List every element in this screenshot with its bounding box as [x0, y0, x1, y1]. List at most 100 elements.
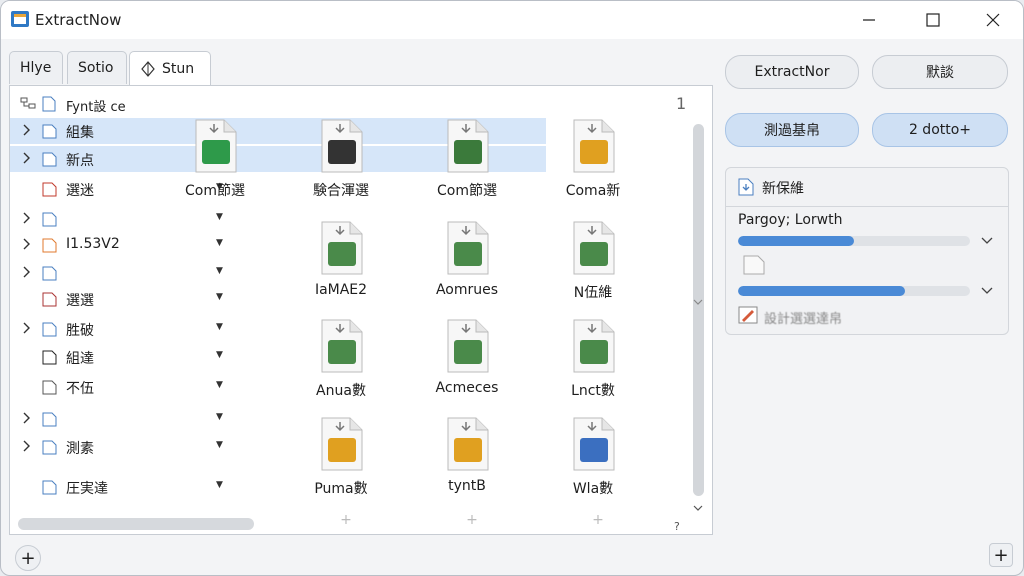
- file-item[interactable]: Lnct數: [538, 318, 648, 408]
- chevron-right-icon[interactable]: [22, 211, 32, 225]
- file-item[interactable]: Coma新: [538, 118, 648, 208]
- title-bar: ExtractNow: [1, 1, 1023, 39]
- image-doc-icon: [447, 319, 489, 373]
- chevron-right-icon[interactable]: [22, 237, 32, 251]
- tree-row-label: 測素: [66, 441, 94, 457]
- file-label: N伍維: [573, 285, 613, 301]
- dropdown-arrow-icon[interactable]: ▼: [216, 292, 223, 302]
- dropdown-arrow-icon[interactable]: ▼: [216, 350, 223, 360]
- add-file-placeholder-icon[interactable]: +: [336, 512, 356, 528]
- tree-row-label: 組集: [66, 125, 94, 141]
- tree-row-label: 胜破: [66, 323, 94, 339]
- file-item[interactable]: Acmeces: [412, 318, 522, 408]
- help-icon[interactable]: ?: [674, 520, 680, 533]
- doc-icon: [42, 152, 57, 167]
- file-item[interactable]: N伍維: [538, 220, 648, 310]
- third-button[interactable]: 測過基帛: [725, 113, 859, 147]
- file-label: IaMAE2: [314, 282, 368, 298]
- extractnow-window: ExtractNow Hlye Sotio Stun Fynt設 ce 1 組集…: [0, 0, 1024, 576]
- tree-header-count: 1: [676, 94, 687, 113]
- close-button[interactable]: [971, 5, 1015, 35]
- tab-stun[interactable]: Stun: [129, 51, 211, 86]
- chevron-right-icon[interactable]: [22, 123, 32, 137]
- vertical-scrollbar[interactable]: [690, 122, 706, 524]
- panel-title: 新保維: [762, 181, 804, 197]
- image-doc-icon: [321, 221, 363, 275]
- scroll-down-icon[interactable]: [692, 298, 704, 306]
- file-item[interactable]: Anua數: [286, 318, 396, 408]
- dropdown-arrow-icon[interactable]: ▼: [216, 412, 223, 422]
- edit-icon[interactable]: [738, 306, 758, 324]
- tab-hlye[interactable]: Hlye: [9, 51, 63, 84]
- green-check-icon: [195, 119, 237, 173]
- chevron-right-icon[interactable]: [22, 411, 32, 425]
- chevron-right-icon[interactable]: [22, 265, 32, 279]
- add-button[interactable]: +: [15, 545, 41, 571]
- tree-row[interactable]: 不伍 ▼: [10, 374, 310, 400]
- tree-row[interactable]: ▼: [10, 406, 310, 432]
- yellow-gear-icon: [573, 119, 615, 173]
- extractnow-button[interactable]: ExtractNor: [725, 55, 859, 89]
- file-label: Lnct數: [571, 383, 615, 399]
- file-item[interactable]: Com節選: [160, 118, 270, 208]
- chevron-down-icon[interactable]: [980, 286, 994, 296]
- chevron-right-icon[interactable]: [22, 439, 32, 453]
- file-item[interactable]: Com節選: [412, 118, 522, 208]
- red-triangle-icon: [42, 182, 57, 197]
- tab-label: Hlye: [20, 60, 52, 76]
- file-item[interactable]: Wla數: [538, 416, 648, 506]
- dropdown-arrow-icon[interactable]: ▼: [216, 212, 223, 222]
- secondary-button[interactable]: 默談: [872, 55, 1008, 89]
- chevron-down-icon[interactable]: [692, 504, 704, 512]
- terminal-icon: [447, 119, 489, 173]
- minimize-button[interactable]: [847, 5, 891, 35]
- tab-sotio[interactable]: Sotio: [67, 51, 127, 84]
- chevron-right-icon[interactable]: [22, 321, 32, 335]
- button-label: 默談: [926, 65, 954, 81]
- tab-label: Sotio: [78, 60, 114, 76]
- chevron-right-icon[interactable]: [22, 151, 32, 165]
- add-file-placeholder-icon[interactable]: +: [462, 512, 482, 528]
- doc-icon: [42, 440, 57, 455]
- file-browser-panel: Fynt設 ce 1 組集 新点 選迷 ▼ ▼ I1.53V2 ▼ ▼ 選選 ▼ 胜破 ▼ 組達 ▼ 不伍 ▼…: [9, 85, 713, 535]
- chevron-down-icon[interactable]: [980, 236, 994, 246]
- dropdown-arrow-icon[interactable]: ▼: [216, 480, 223, 490]
- add-file-placeholder-icon[interactable]: +: [588, 512, 608, 528]
- add-right-button[interactable]: +: [989, 543, 1013, 567]
- folder-icon: [42, 266, 57, 281]
- file-item[interactable]: IaMAE2: [286, 220, 396, 310]
- file-label: Puma數: [314, 481, 368, 497]
- file-item[interactable]: Aomrues: [412, 220, 522, 310]
- tree-row-label: 選迷: [66, 183, 94, 199]
- dropdown-arrow-icon[interactable]: ▼: [216, 238, 223, 248]
- tree-row[interactable]: 選選 ▼: [10, 286, 310, 312]
- download-doc-icon: [738, 178, 754, 196]
- tree-row-label: 組達: [66, 351, 94, 367]
- scrollbar-thumb[interactable]: [693, 124, 704, 496]
- tree-header: Fynt設 ce 1: [18, 94, 698, 116]
- file-item[interactable]: 験合渾選: [286, 118, 396, 208]
- horizontal-scrollbar[interactable]: [18, 518, 254, 530]
- dropdown-arrow-icon[interactable]: ▼: [216, 440, 223, 450]
- tree-row[interactable]: I1.53V2 ▼: [10, 232, 310, 258]
- file-item[interactable]: Puma數: [286, 416, 396, 506]
- black-cube-icon: [321, 119, 363, 173]
- tree-row[interactable]: 胜破 ▼: [10, 316, 310, 342]
- fourth-button[interactable]: 2 dotto+: [872, 113, 1008, 147]
- tree-row[interactable]: 組達 ▼: [10, 344, 310, 370]
- dropdown-arrow-icon[interactable]: ▼: [216, 266, 223, 276]
- dropdown-arrow-icon[interactable]: ▼: [216, 380, 223, 390]
- button-label: 2 dotto+: [908, 122, 972, 138]
- panel-header: 新保維: [726, 168, 1008, 207]
- tree-row-label: 圧実達: [66, 481, 108, 497]
- maximize-button[interactable]: [911, 5, 955, 35]
- file-item[interactable]: tyntB: [412, 416, 522, 506]
- image-doc-icon: [573, 319, 615, 373]
- doc-icon: [42, 96, 56, 112]
- tree-row[interactable]: 測素 ▼: [10, 434, 310, 460]
- tree-row[interactable]: ▼: [10, 206, 310, 232]
- dropdown-arrow-icon[interactable]: ▼: [216, 322, 223, 332]
- tree-row-label: I1.53V2: [66, 236, 120, 252]
- tree-row[interactable]: ▼: [10, 260, 310, 286]
- tree-row[interactable]: 圧実達 ▼: [10, 474, 310, 500]
